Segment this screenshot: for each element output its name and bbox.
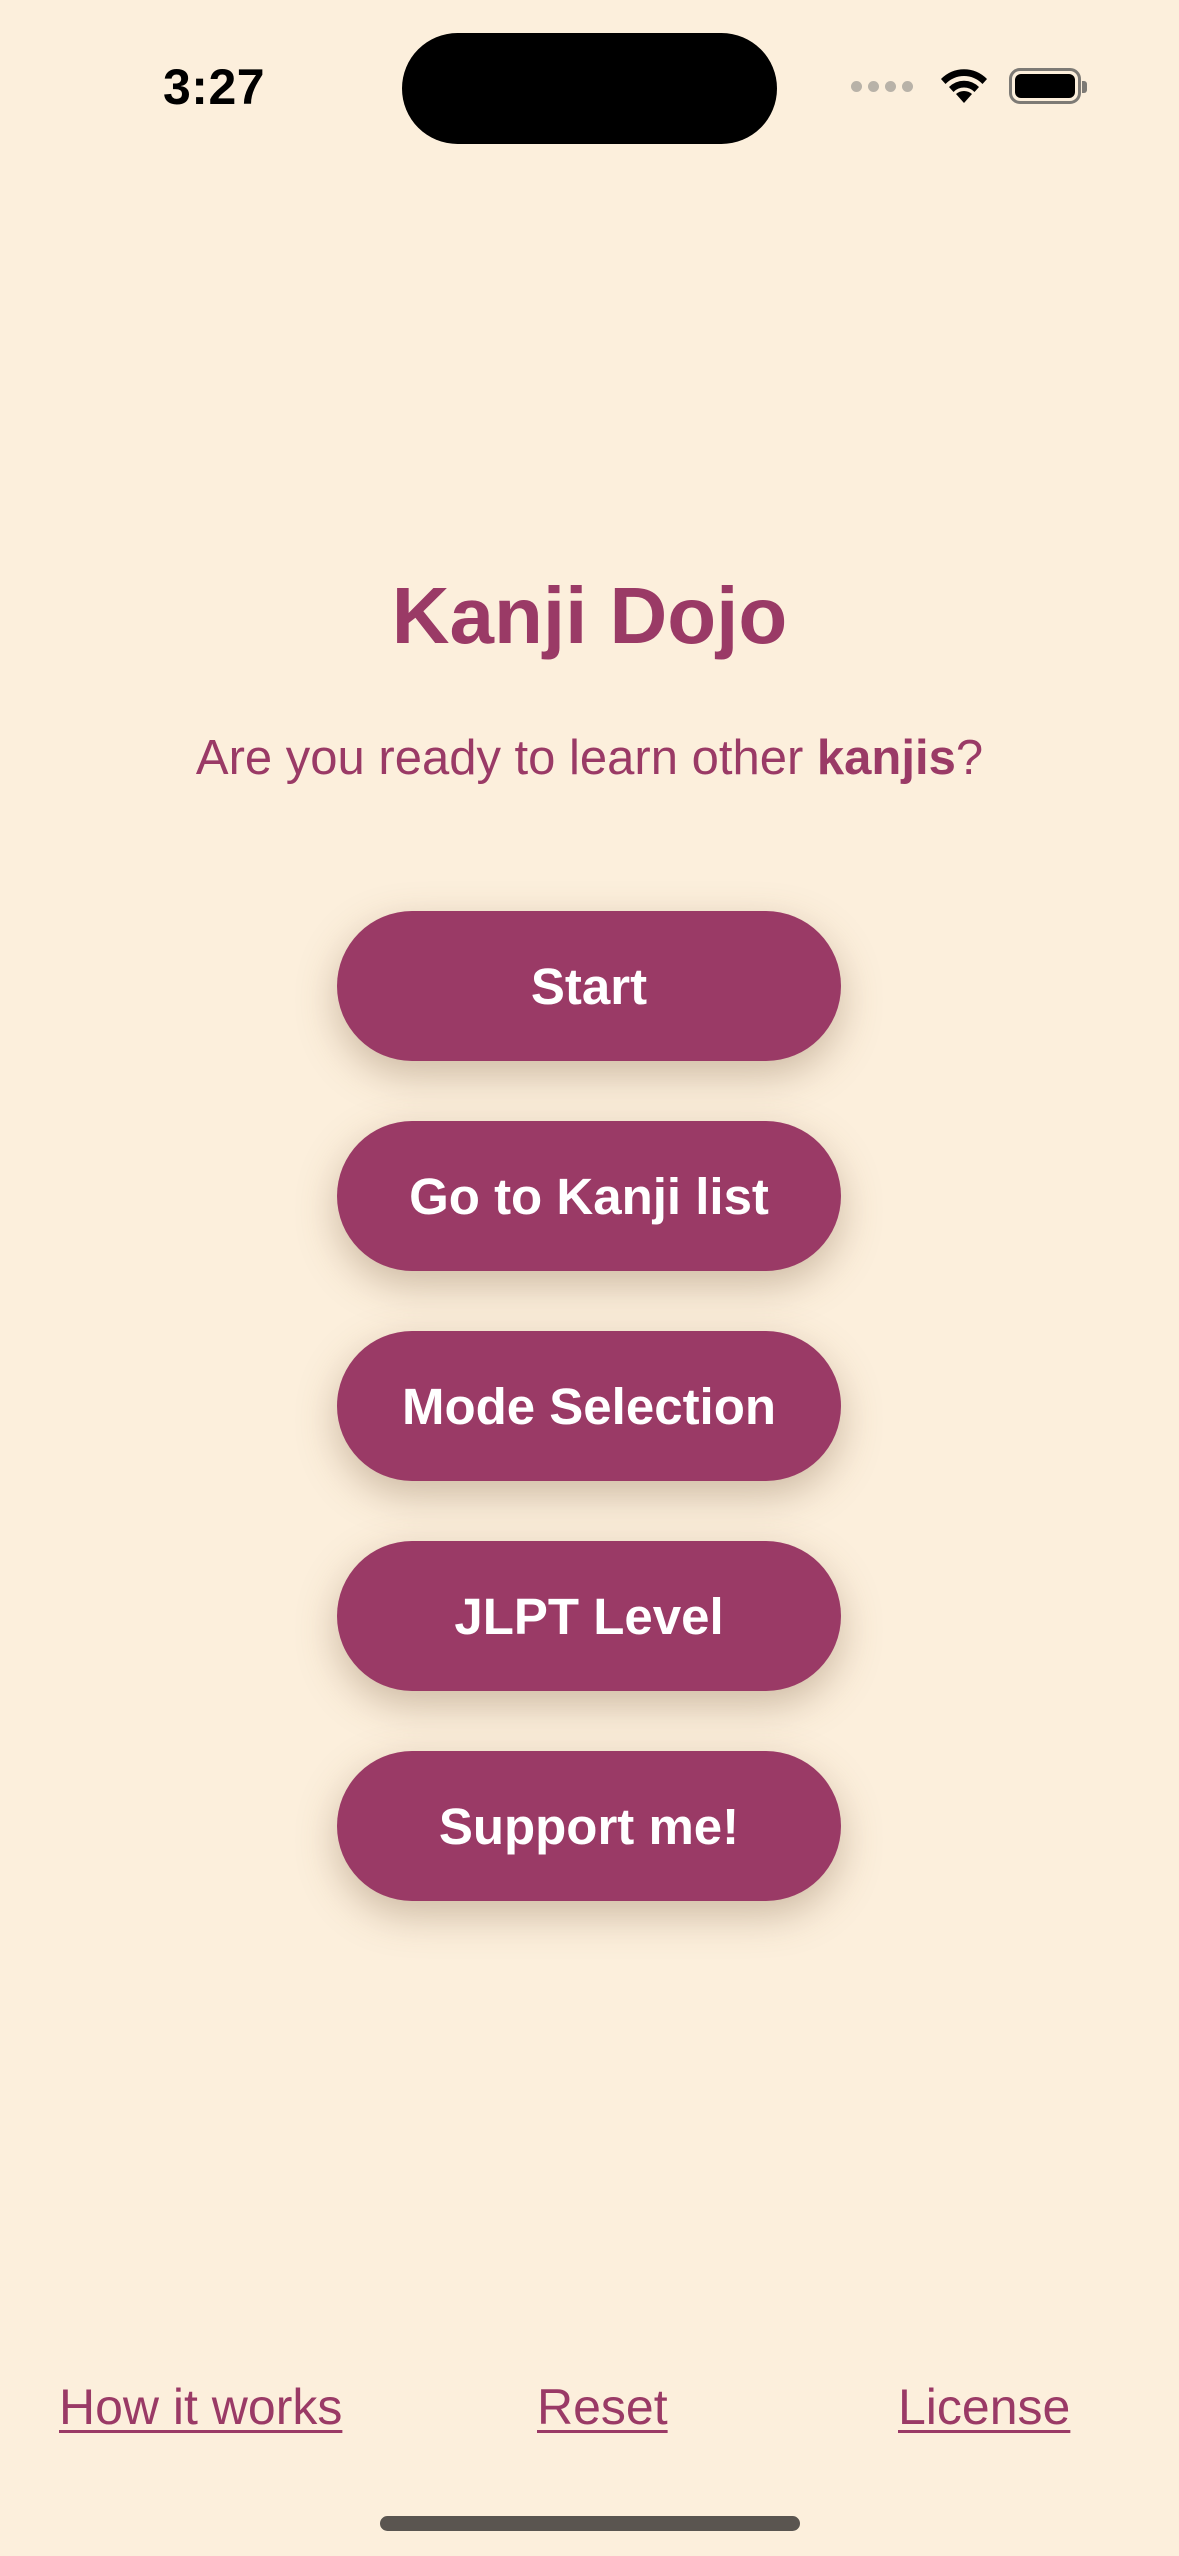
- reset-link[interactable]: Reset: [537, 2378, 668, 2436]
- wifi-icon: [941, 69, 987, 103]
- home-screen: 3:27 Kanji Dojo Are you ready to learn o…: [0, 0, 1179, 2556]
- battery-icon: [1009, 68, 1087, 104]
- start-button[interactable]: Start: [337, 911, 841, 1061]
- status-time: 3:27: [163, 59, 266, 115]
- subtitle-suffix: ?: [955, 731, 984, 785]
- kanji-list-button[interactable]: Go to Kanji list: [337, 1121, 841, 1271]
- page-title: Kanji Dojo: [391, 571, 788, 660]
- status-icons: [851, 64, 1087, 108]
- page-subtitle: Are you ready to learn other kanjis?: [0, 730, 1179, 786]
- license-link[interactable]: License: [898, 2378, 1070, 2436]
- home-indicator[interactable]: [380, 2516, 800, 2531]
- how-it-works-link[interactable]: How it works: [59, 2378, 342, 2436]
- dynamic-island: [402, 33, 777, 144]
- cellular-signal-icon: [851, 80, 913, 92]
- jlpt-level-button[interactable]: JLPT Level: [337, 1541, 841, 1691]
- subtitle-emphasis: kanjis: [816, 731, 956, 785]
- support-button[interactable]: Support me!: [337, 1751, 841, 1901]
- mode-selection-button[interactable]: Mode Selection: [337, 1331, 841, 1481]
- subtitle-prefix: Are you ready to learn other: [195, 731, 817, 785]
